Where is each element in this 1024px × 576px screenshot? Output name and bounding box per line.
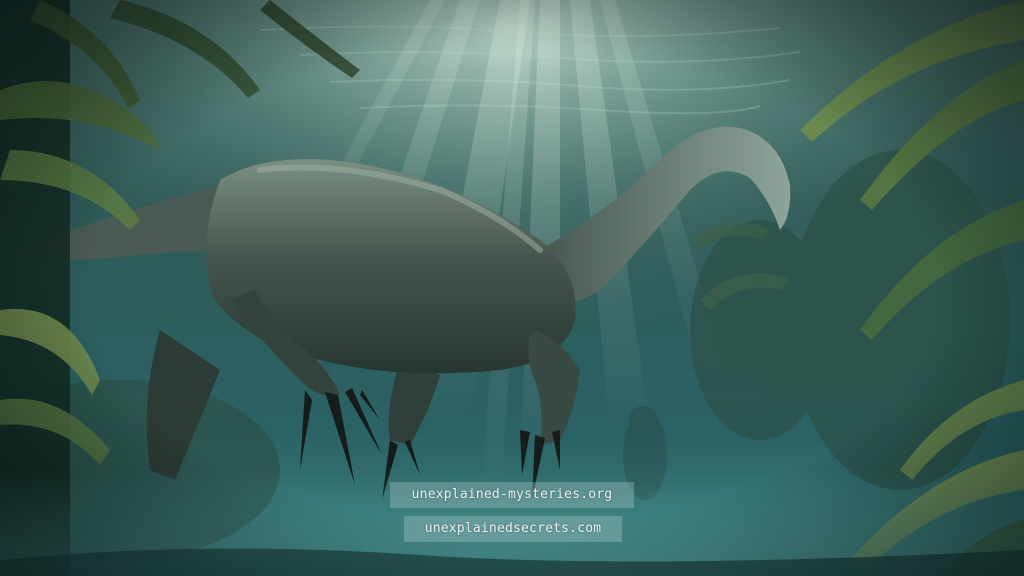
watermark-secondary: unexplainedsecrets.com (404, 516, 622, 542)
underwater-scene: unexplained-mysteries.org unexplainedsec… (0, 0, 1024, 576)
watermark-primary: unexplained-mysteries.org (390, 482, 634, 508)
